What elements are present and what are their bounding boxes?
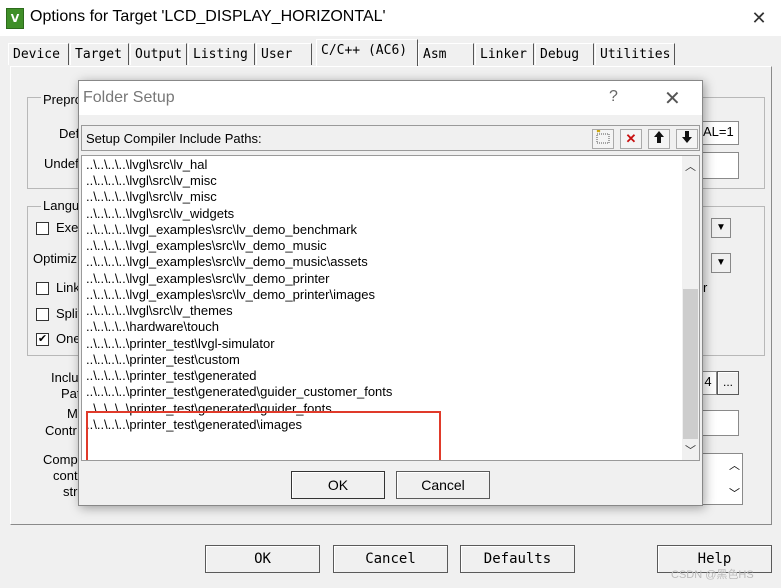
list-item[interactable]: ..\..\..\..\lvgl_examples\src\lv_demo_mu… — [86, 238, 327, 254]
list-item[interactable]: ..\..\..\..\lvgl_examples\src\lv_demo_be… — [86, 222, 357, 238]
execute-only-checkbox[interactable] — [36, 222, 49, 235]
tab-user[interactable]: User — [256, 43, 312, 65]
compiler-label: Comp — [43, 452, 78, 467]
optimization-label: Optimiz — [33, 251, 78, 266]
tab-output[interactable]: Output — [130, 43, 187, 65]
help-icon[interactable]: ? — [609, 88, 618, 106]
undefine-label: Undef — [44, 156, 79, 171]
list-item[interactable]: ..\..\..\..\hardware\touch — [86, 319, 219, 335]
scroll-up-icon[interactable]: ︿ — [685, 158, 696, 174]
list-item[interactable]: ..\..\..\..\printer_test\custom — [86, 352, 240, 368]
dialog-ok-button[interactable]: OK — [291, 471, 385, 499]
list-item[interactable]: ..\..\..\..\lvgl\src\lv_widgets — [86, 206, 234, 222]
compiler-control-string-field[interactable]: ︿ ﹀ — [699, 453, 743, 505]
undefine-field[interactable] — [699, 152, 739, 179]
dialog-title: Folder Setup — [83, 89, 175, 106]
misc-controls-field[interactable] — [699, 410, 739, 436]
tab-asm[interactable]: Asm — [418, 43, 474, 65]
defaults-button[interactable]: Defaults — [460, 545, 575, 573]
setup-toolbar: Setup Compiler Include Paths: ✕ — [81, 125, 700, 151]
keil-app-icon: V — [6, 8, 24, 29]
list-item[interactable]: ..\..\..\..\lvgl\src\lv_hal — [86, 157, 207, 173]
list-item[interactable]: ..\..\..\..\lvgl_examples\src\lv_demo_pr… — [86, 271, 329, 287]
dialog-cancel-button[interactable]: Cancel — [396, 471, 490, 499]
scroll-up-icon[interactable]: ︿ — [729, 456, 740, 476]
dialog-title-bar: Folder Setup ? ✕ — [79, 81, 702, 115]
list-item[interactable]: ..\..\..\..\printer_test\generated — [86, 368, 257, 384]
setup-include-paths-label: Setup Compiler Include Paths: — [86, 131, 262, 146]
folder-setup-dialog: Folder Setup ? ✕ Setup Compiler Include … — [78, 80, 703, 506]
tab-utilities[interactable]: Utilities — [595, 43, 675, 65]
define-field[interactable]: AL=1 — [699, 121, 739, 145]
list-item[interactable]: ..\..\..\..\printer_test\generated\guide… — [86, 384, 392, 400]
vertical-scrollbar[interactable]: ︿ ﹀ — [682, 156, 699, 460]
dialog-close-icon[interactable]: ✕ — [664, 86, 681, 111]
window-title: Options for Target 'LCD_DISPLAY_HORIZONT… — [30, 8, 386, 25]
controls-label: Contr — [45, 423, 77, 438]
move-up-icon[interactable] — [648, 129, 670, 149]
new-folder-icon[interactable] — [592, 129, 614, 149]
one-checkbox[interactable]: ✔ — [36, 333, 49, 346]
tab-debug[interactable]: Debug — [535, 43, 594, 65]
include-browse-button[interactable]: ... — [717, 371, 739, 395]
language-label: Langu — [41, 198, 82, 213]
list-item[interactable]: ..\..\..\..\lvgl\src\lv_misc — [86, 173, 217, 189]
optimization-dropdown-arrow[interactable]: ▼ — [711, 253, 731, 273]
include-label: Inclu — [51, 370, 79, 385]
list-item[interactable]: ..\..\..\..\lvgl\src\lv_misc — [86, 189, 217, 205]
tab-listing[interactable]: Listing — [188, 43, 255, 65]
tab-linker[interactable]: Linker — [475, 43, 534, 65]
link-label: Link — [56, 280, 80, 295]
tab-cpp-ac6[interactable]: C/C++ (AC6) — [316, 39, 418, 66]
cancel-button[interactable]: Cancel — [333, 545, 448, 573]
scrollbar-thumb[interactable] — [683, 289, 698, 439]
scroll-down-icon[interactable]: ﹀ — [729, 484, 740, 504]
window-title-bar: V Options for Target 'LCD_DISPLAY_HORIZO… — [0, 0, 781, 36]
window-close-icon[interactable]: ✕ — [748, 6, 770, 30]
delete-icon[interactable]: ✕ — [620, 129, 642, 149]
execute-only-label: Exe — [56, 220, 79, 235]
option-fragment-label: r — [703, 280, 708, 295]
watermark: CSDN @黑色HS — [671, 569, 754, 581]
language-dropdown-arrow[interactable]: ▼ — [711, 218, 731, 238]
list-item[interactable]: ..\..\..\..\lvgl_examples\src\lv_demo_pr… — [86, 287, 375, 303]
control-label: cont — [53, 468, 78, 483]
tab-device[interactable]: Device — [8, 43, 69, 65]
red-highlight-box — [86, 411, 441, 460]
one-label: One — [56, 331, 81, 346]
move-down-icon[interactable] — [676, 129, 698, 149]
split-checkbox[interactable] — [36, 308, 49, 321]
ok-button[interactable]: OK — [205, 545, 320, 573]
define-label: Def — [59, 126, 80, 141]
list-item[interactable]: ..\..\..\..\lvgl\src\lv_themes — [86, 303, 233, 319]
include-paths-list[interactable]: ..\..\..\..\lvgl\src\lv_hal ..\..\..\..\… — [81, 155, 700, 461]
link-checkbox[interactable] — [36, 282, 49, 295]
scroll-down-icon[interactable]: ﹀ — [685, 442, 696, 458]
list-item[interactable]: ..\..\..\..\lvgl_examples\src\lv_demo_mu… — [86, 254, 368, 270]
tab-target[interactable]: Target — [70, 43, 129, 65]
list-item[interactable]: ..\..\..\..\printer_test\lvgl-simulator — [86, 336, 275, 352]
